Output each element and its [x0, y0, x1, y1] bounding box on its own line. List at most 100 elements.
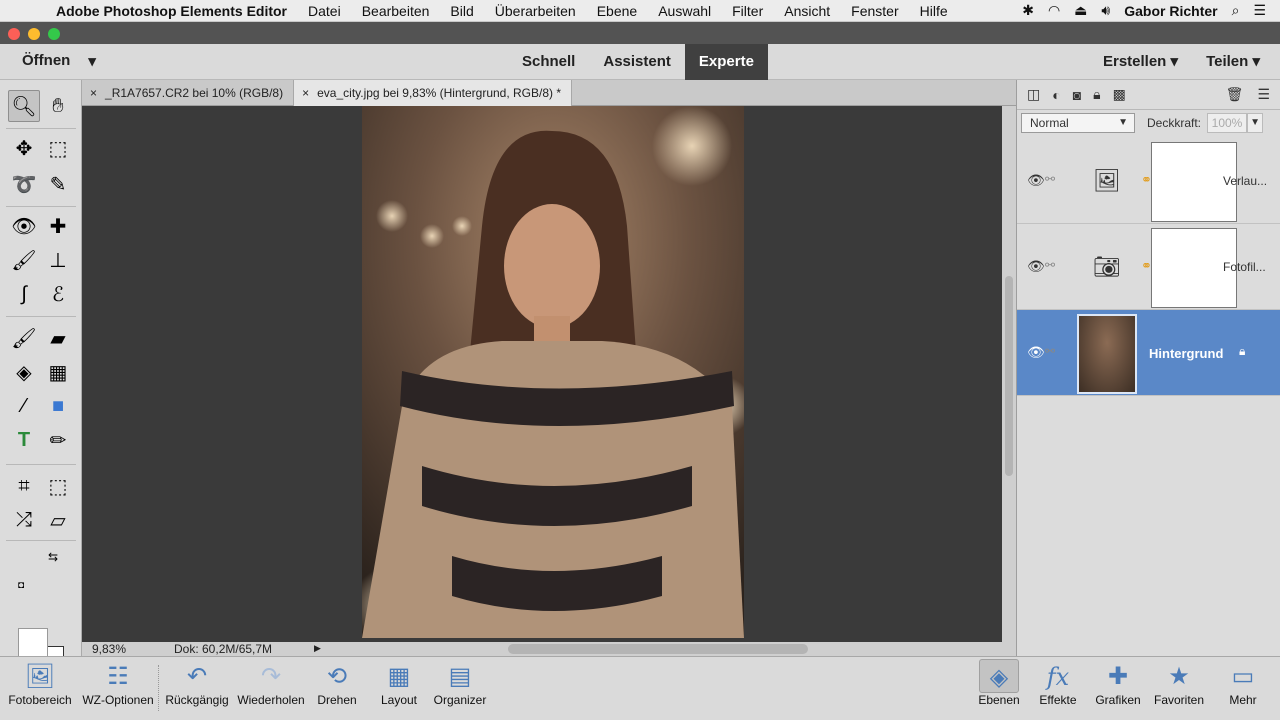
tab-experte[interactable]: Experte: [684, 44, 768, 80]
rotate-button[interactable]: ⟲ Drehen: [312, 659, 362, 717]
photo-bin-button[interactable]: 🖼︎ Fotobereich: [4, 659, 76, 717]
panel-menu-icon[interactable]: ☰: [1257, 86, 1270, 103]
effects-button[interactable]: fx Effekte: [1034, 659, 1082, 717]
eye-icon[interactable]: 👁︎: [1027, 258, 1045, 275]
close-window-button[interactable]: [8, 28, 20, 40]
app-name-menu[interactable]: Adobe Photoshop Elements Editor: [56, 3, 287, 19]
layout-button[interactable]: ▦ Layout: [374, 659, 424, 717]
lock-icon[interactable]: 🔒︎: [1093, 86, 1100, 103]
healing-brush-tool-icon[interactable]: ✚: [42, 210, 74, 242]
chevron-down-icon[interactable]: ▼: [1247, 113, 1264, 133]
eye-icon[interactable]: 👁︎: [1027, 172, 1045, 189]
red-eye-tool-icon[interactable]: 👁︎: [8, 210, 40, 242]
search-icon[interactable]: ⌕: [1232, 2, 1240, 19]
paint-bucket-tool-icon[interactable]: ◈: [8, 356, 40, 388]
opacity-input[interactable]: 100%: [1207, 113, 1248, 133]
menu-ebene[interactable]: Ebene: [597, 3, 637, 19]
menu-bearbeiten[interactable]: Bearbeiten: [362, 3, 430, 19]
list-icon[interactable]: ☰: [1253, 2, 1266, 19]
menu-hilfe[interactable]: Hilfe: [920, 3, 948, 19]
crop-tool-icon[interactable]: ⌗: [8, 470, 40, 502]
menu-ansicht[interactable]: Ansicht: [784, 3, 830, 19]
hand-tool-icon[interactable]: ✋︎: [42, 90, 74, 122]
layer-name[interactable]: Verlau...: [1223, 174, 1267, 188]
graphics-button[interactable]: ✚ Grafiken: [1092, 659, 1144, 717]
adjustment-layer-icon[interactable]: ◐: [1052, 87, 1060, 103]
horizontal-scrollbar-thumb[interactable]: [508, 644, 808, 654]
minimize-window-button[interactable]: [28, 28, 40, 40]
volume-icon[interactable]: 🔊︎: [1101, 2, 1110, 19]
recompose-tool-icon[interactable]: ⬚: [42, 470, 74, 502]
open-button[interactable]: Öffnen ▾: [22, 52, 96, 70]
user-name[interactable]: Gabor Richter: [1124, 3, 1217, 19]
eyedropper-tool-icon[interactable]: ⁄: [8, 390, 40, 422]
default-colors-icon[interactable]: ◘: [14, 578, 28, 592]
link-toggle-icon[interactable]: ⚯: [1045, 172, 1055, 186]
redo-button[interactable]: ↷ Wiederholen: [234, 659, 308, 717]
smart-brush-tool-icon[interactable]: 🖌︎: [8, 244, 40, 276]
layer-item-selected[interactable]: 👁︎ ⚯ Hintergrund 🔒︎: [1017, 310, 1280, 396]
blur-tool-icon[interactable]: ∫: [8, 278, 40, 310]
favorites-button[interactable]: ★ Favoriten: [1150, 659, 1208, 717]
brush-tool-icon[interactable]: 🖌︎: [8, 322, 40, 354]
layer-item[interactable]: 👁︎ ⚯ 📷︎ ⚭ Fotofil...: [1017, 224, 1280, 310]
blend-mode-select[interactable]: Normal ▼: [1021, 113, 1135, 133]
layer-name[interactable]: Fotofil...: [1223, 260, 1266, 274]
menu-fenster[interactable]: Fenster: [851, 3, 898, 19]
lock-transparency-icon[interactable]: ▩: [1113, 86, 1126, 103]
tab-assistent[interactable]: Assistent: [589, 44, 685, 80]
doc-tab-cr2[interactable]: × _R1A7657.CR2 bei 10% (RGB/8): [82, 80, 295, 106]
close-icon[interactable]: ×: [90, 86, 97, 100]
new-layer-icon[interactable]: ◫: [1027, 86, 1040, 103]
layer-thumbnail[interactable]: [1077, 314, 1137, 394]
quick-selection-tool-icon[interactable]: ✎: [42, 168, 74, 200]
zoom-window-button[interactable]: [48, 28, 60, 40]
undo-button[interactable]: ↶ Rückgängig: [162, 659, 232, 717]
link-toggle-icon[interactable]: ⚯: [1045, 258, 1055, 272]
swap-colors-icon[interactable]: ⇆: [44, 548, 62, 566]
eraser-tool-icon[interactable]: ▰: [42, 322, 74, 354]
menu-datei[interactable]: Datei: [308, 3, 341, 19]
sponge-tool-icon[interactable]: ℰ: [42, 278, 74, 310]
close-icon[interactable]: ×: [302, 86, 309, 100]
menu-auswahl[interactable]: Auswahl: [658, 3, 711, 19]
menu-filter[interactable]: Filter: [732, 3, 763, 19]
foreground-color-swatch[interactable]: [18, 628, 48, 658]
menu-bild[interactable]: Bild: [450, 3, 473, 19]
straighten-tool-icon[interactable]: ⏥: [42, 504, 74, 536]
doc-tab-eva-city[interactable]: × eva_city.jpg bei 9,83% (Hintergrund, RG…: [294, 80, 573, 106]
eye-icon[interactable]: 👁︎: [1027, 344, 1045, 361]
lock-icon[interactable]: 🔒︎: [1239, 344, 1245, 359]
organizer-button[interactable]: ▤ Organizer: [430, 659, 490, 717]
share-button[interactable]: Teilen ▾: [1206, 52, 1260, 70]
eject-icon[interactable]: ⏏: [1074, 2, 1087, 19]
create-button[interactable]: Erstellen ▾: [1103, 52, 1178, 70]
layer-name[interactable]: Hintergrund: [1149, 346, 1223, 361]
marquee-tool-icon[interactable]: ⬚: [42, 132, 74, 164]
content-aware-move-tool-icon[interactable]: ⤮: [8, 504, 40, 536]
clone-stamp-tool-icon[interactable]: ⊥: [42, 244, 74, 276]
wifi-icon[interactable]: ◠: [1048, 2, 1060, 19]
layer-item[interactable]: 👁︎ ⚯ 🖼︎ ⚭ Verlau...: [1017, 138, 1280, 224]
zoom-tool-icon[interactable]: 🔍︎: [8, 90, 40, 122]
tool-options-button[interactable]: ☷ WZ-Optionen: [78, 659, 158, 717]
layer-mask-icon[interactable]: ◙: [1073, 87, 1081, 103]
more-button[interactable]: ▭ Mehr: [1218, 659, 1268, 717]
shape-tool-icon[interactable]: ■: [42, 390, 74, 422]
trash-icon[interactable]: 🗑︎: [1226, 86, 1244, 103]
zoom-level[interactable]: 9,83%: [92, 642, 126, 656]
type-tool-icon[interactable]: T: [8, 424, 40, 456]
gradient-tool-icon[interactable]: ▦: [42, 356, 74, 388]
move-tool-icon[interactable]: ✥: [8, 132, 40, 164]
status-menu-arrow-icon[interactable]: ▶: [314, 643, 324, 655]
menu-ueberarbeiten[interactable]: Überarbeiten: [495, 3, 576, 19]
tab-schnell[interactable]: Schnell: [508, 44, 589, 80]
pencil-tool-icon[interactable]: ✏︎: [42, 424, 74, 456]
scrollbar-thumb[interactable]: [1005, 276, 1013, 476]
link-toggle-icon[interactable]: ⚯: [1045, 344, 1055, 358]
canvas-area[interactable]: [82, 106, 1002, 642]
bluetooth-icon[interactable]: ✱: [1022, 2, 1034, 19]
lasso-tool-icon[interactable]: ➰: [8, 168, 40, 200]
layers-button[interactable]: ◈ Ebenen: [974, 659, 1024, 717]
vertical-scrollbar[interactable]: [1002, 106, 1016, 642]
